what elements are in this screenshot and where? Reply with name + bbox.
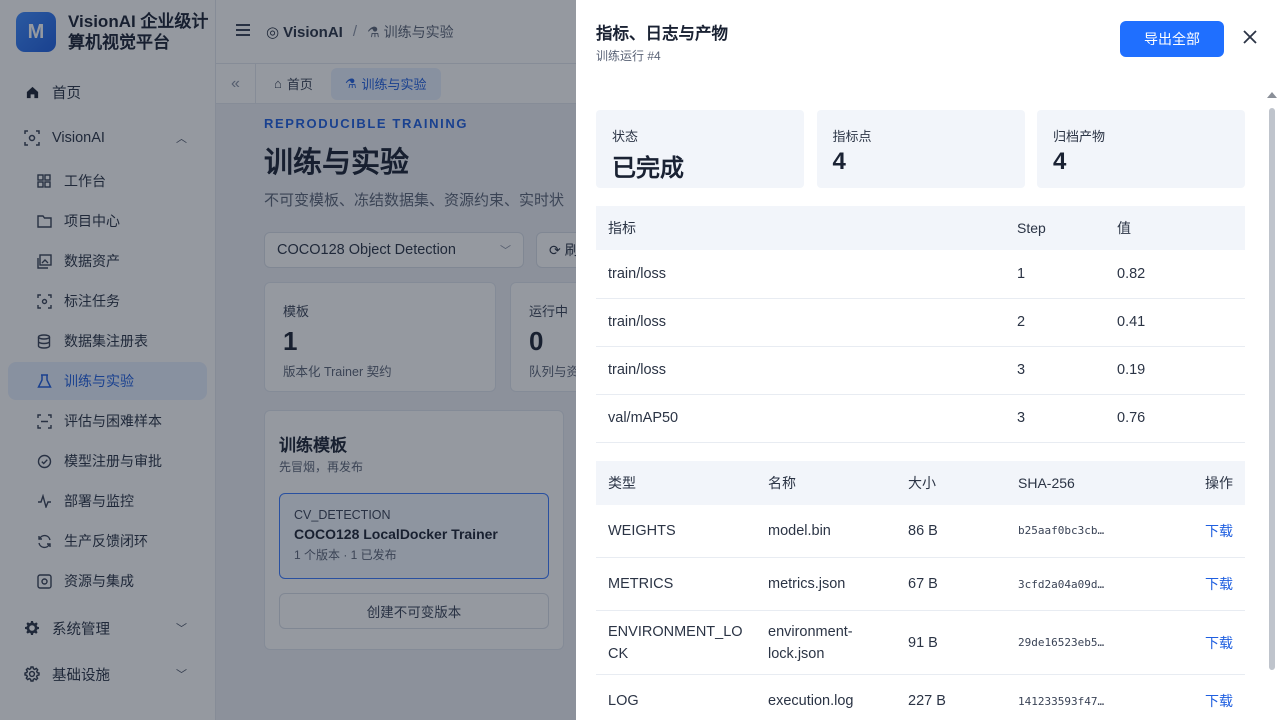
column-header: 大小 [896, 460, 1006, 505]
stat-label: 指标点 [832, 129, 872, 144]
metric-name: train/loss [596, 298, 1005, 347]
run-stats: 状态 已完成 指标点 4 归档产物 4 [596, 110, 1245, 188]
artifact-sha: b25aaf0bc3cb… [1006, 504, 1176, 558]
stat-value: 4 [1053, 148, 1067, 175]
artifact-name: execution.log [756, 674, 896, 720]
scrollbar-thumb[interactable] [1269, 108, 1275, 670]
artifact-sha: 141233593f47… [1006, 674, 1176, 720]
drawer-scrollbar[interactable] [1266, 92, 1278, 720]
metric-name: train/loss [596, 346, 1005, 395]
metric-name: train/loss [596, 250, 1005, 299]
column-header: 类型 [596, 460, 756, 505]
column-header: 名称 [756, 460, 896, 505]
metric-value: 0.19 [1105, 346, 1245, 395]
artifact-type: LOG [596, 674, 756, 720]
column-header: 值 [1105, 206, 1245, 250]
artifact-sha: 3cfd2a04a09d… [1006, 557, 1176, 611]
artifact-name: metrics.json [756, 557, 896, 611]
artifact-type: METRICS [596, 557, 756, 611]
metric-value: 0.76 [1105, 394, 1245, 443]
artifact-size: 67 B [896, 557, 1006, 611]
export-all-button[interactable]: 导出全部 [1120, 21, 1224, 57]
artifact-type: ENVIRONMENT_LOCK [596, 610, 756, 675]
drawer-body: 状态 已完成 指标点 4 归档产物 4 指标 Step 值 train/loss… [596, 110, 1245, 720]
artifact-name: environment-lock.json [756, 610, 896, 675]
stat-status: 状态 已完成 [596, 110, 804, 188]
metric-value: 0.82 [1105, 250, 1245, 299]
stat-label: 状态 [612, 129, 639, 144]
column-header: 操作 [1176, 460, 1245, 505]
artifacts-table: 类型 名称 大小 SHA-256 操作 WEIGHTS model.bin 86… [596, 460, 1245, 720]
run-details-drawer: 指标、日志与产物 训练运行 #4 导出全部 状态 已完成 指标点 4 归档产物 … [576, 0, 1280, 720]
stat-metric-points: 指标点 4 [816, 110, 1025, 188]
stat-value: 4 [832, 148, 846, 175]
artifact-size: 227 B [896, 674, 1006, 720]
column-header: 指标 [596, 206, 1005, 250]
table-row: train/loss 1 0.82 [596, 250, 1245, 299]
column-header: SHA-256 [1006, 460, 1176, 505]
drawer-title: 指标、日志与产物 [596, 25, 728, 43]
modal-backdrop[interactable] [0, 0, 576, 720]
download-link[interactable]: 下载 [1176, 504, 1245, 558]
metric-name: val/mAP50 [596, 394, 1005, 443]
stat-value: 已完成 [612, 155, 684, 182]
table-row: METRICS metrics.json 67 B 3cfd2a04a09d… … [596, 557, 1245, 611]
metric-step: 3 [1005, 346, 1105, 395]
table-header-row: 指标 Step 值 [596, 206, 1245, 250]
table-row: WEIGHTS model.bin 86 B b25aaf0bc3cb… 下载 [596, 504, 1245, 558]
download-link[interactable]: 下载 [1176, 674, 1245, 720]
download-link[interactable]: 下载 [1176, 557, 1245, 611]
artifact-sha: 29de16523eb5… [1006, 610, 1176, 675]
stat-artifacts: 归档产物 4 [1037, 110, 1245, 188]
table-row: train/loss 3 0.19 [596, 346, 1245, 395]
column-header: Step [1005, 206, 1105, 250]
table-row: ENVIRONMENT_LOCK environment-lock.json 9… [596, 610, 1245, 675]
stat-label: 归档产物 [1053, 129, 1106, 144]
table-row: val/mAP50 3 0.76 [596, 394, 1245, 443]
artifact-size: 91 B [896, 610, 1006, 675]
scroll-up-arrow-icon[interactable] [1267, 92, 1277, 98]
close-icon [1243, 29, 1257, 49]
metrics-table: 指标 Step 值 train/loss 1 0.82 train/loss 2… [596, 206, 1245, 443]
table-row: LOG execution.log 227 B 141233593f47… 下载 [596, 674, 1245, 720]
artifact-name: model.bin [756, 504, 896, 558]
drawer-header: 指标、日志与产物 训练运行 #4 [596, 20, 728, 64]
metric-step: 1 [1005, 250, 1105, 299]
table-header-row: 类型 名称 大小 SHA-256 操作 [596, 460, 1245, 505]
metric-step: 2 [1005, 298, 1105, 347]
close-button[interactable] [1238, 27, 1262, 51]
table-row: train/loss 2 0.41 [596, 298, 1245, 347]
metric-value: 0.41 [1105, 298, 1245, 347]
download-link[interactable]: 下载 [1176, 610, 1245, 675]
drawer-subtitle: 训练运行 #4 [596, 49, 661, 63]
artifact-size: 86 B [896, 504, 1006, 558]
metric-step: 3 [1005, 394, 1105, 443]
artifact-type: WEIGHTS [596, 504, 756, 558]
